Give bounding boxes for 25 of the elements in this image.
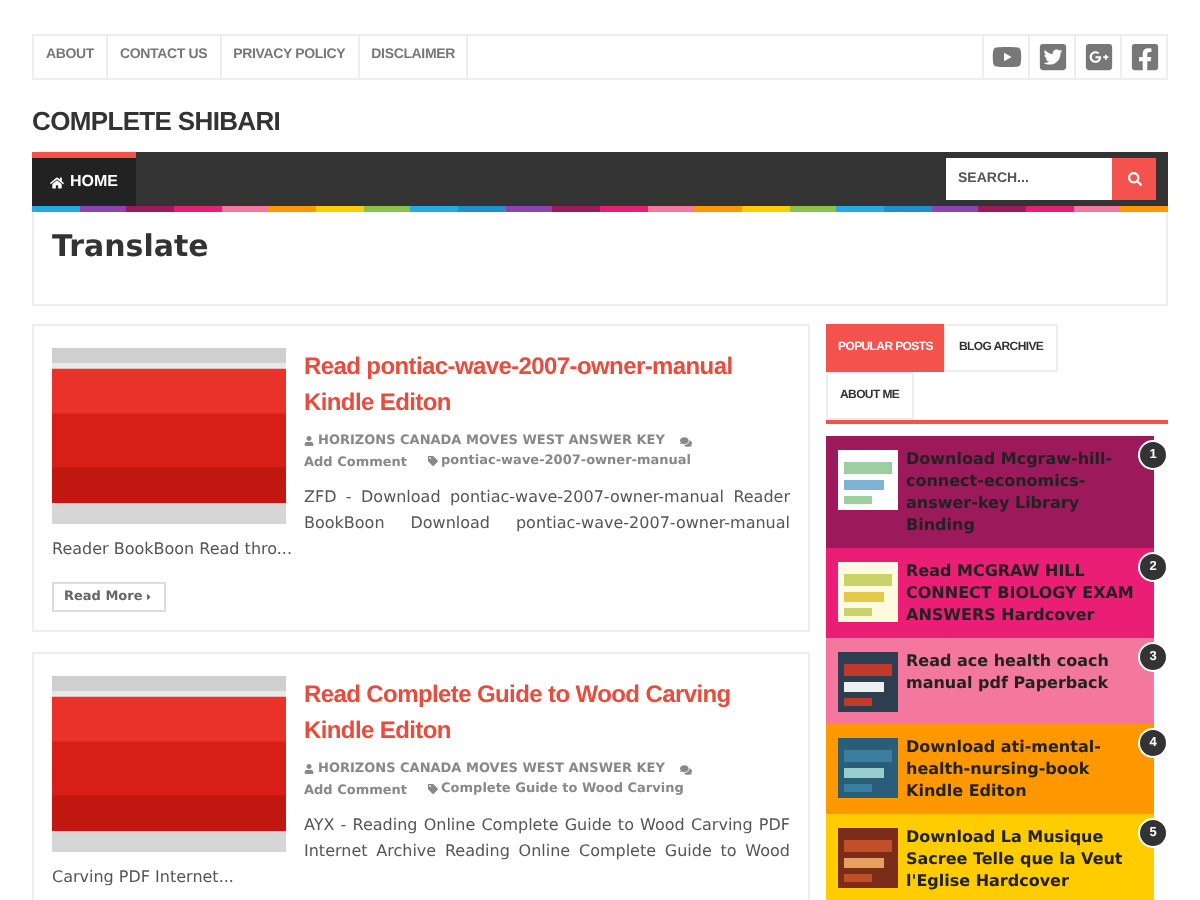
search-icon bbox=[1127, 172, 1141, 186]
search-button[interactable] bbox=[1112, 158, 1156, 200]
comments-icon bbox=[680, 436, 693, 449]
page-heading: Translate bbox=[52, 232, 211, 262]
user-icon bbox=[304, 764, 314, 774]
user-icon bbox=[304, 436, 314, 446]
youtube-icon[interactable] bbox=[991, 42, 1021, 72]
twitter-icon[interactable] bbox=[1037, 42, 1067, 72]
popular-post-title[interactable]: Read MCGRAW HILL CONNECT BIOLOGY EXAM ANSWERS Hardcover bbox=[906, 560, 1134, 626]
home-icon bbox=[50, 175, 64, 189]
popular-post-title[interactable]: Read ace health coach manual pdf Paperback bbox=[906, 650, 1134, 694]
post-excerpt: AYX - Reading Online Complete Guide to Wood Carving PDF Internet Archive Reading Online Complete Guide to Wood Carving PDF Internet... bbox=[52, 814, 790, 890]
facebook-icon[interactable] bbox=[1129, 42, 1159, 72]
popular-post-title[interactable]: Download La Musique Sacree Telle que la Veut l'Eglise Hardcover bbox=[906, 826, 1134, 892]
post-title[interactable]: Read pontiac-wave-2007-owner-manual Kindle Editon bbox=[304, 348, 790, 420]
post-title[interactable]: Read Complete Guide to Wood Carving Kindle Editon bbox=[304, 676, 790, 748]
site-title[interactable]: COMPLETE SHIBARI bbox=[32, 102, 1168, 138]
nav-tab[interactable]: HOME bbox=[32, 152, 136, 206]
tag-icon bbox=[427, 456, 438, 466]
google-plus-icon[interactable] bbox=[1083, 42, 1113, 72]
tag-icon bbox=[427, 784, 438, 794]
popular-post-title[interactable]: Download ati-mental-health-nursing-book Kindle Editon bbox=[906, 736, 1134, 802]
caret-icon bbox=[144, 592, 155, 602]
post-excerpt: ZFD - Download pontiac-wave-2007-owner-manual Reader BookBoon Download pontiac-wave-2007-owner-manual Reader BookBoon Read thro... bbox=[52, 486, 790, 562]
comments-icon bbox=[680, 764, 693, 777]
